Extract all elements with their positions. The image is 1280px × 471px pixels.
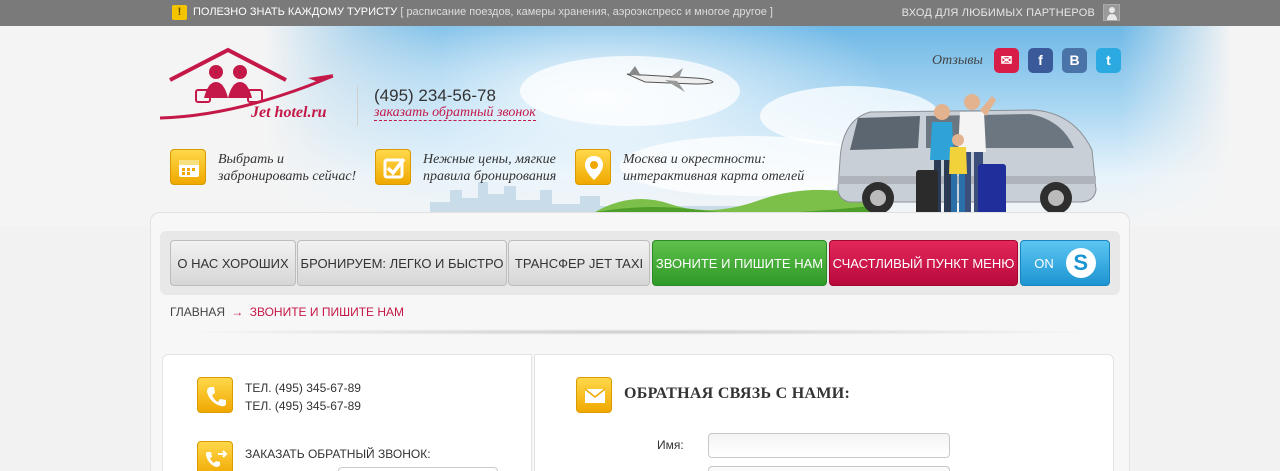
user-icon[interactable] — [1103, 4, 1120, 21]
reviews-icon[interactable]: ✉ — [994, 48, 1019, 73]
nav-contacts[interactable]: ЗВОНИТЕ И ПИШИТЕ НАМ — [652, 240, 827, 286]
reviews-label[interactable]: Отзывы — [932, 53, 983, 69]
feature-prices-line2: правила бронирования — [423, 169, 557, 184]
feature-booking[interactable]: Выбрать и забронировать сейчас! — [218, 151, 356, 185]
callback-phone-input[interactable] — [338, 467, 498, 471]
skype-status: ON — [1034, 256, 1054, 271]
tip-details[interactable]: [ расписание поездов, камеры хранения, а… — [400, 6, 773, 18]
calendar-icon[interactable] — [170, 149, 206, 185]
callback-link[interactable]: заказать обратный звонок — [374, 105, 536, 121]
logo-text[interactable]: Jet hotel.ru — [251, 104, 327, 122]
breadcrumb-current: ЗВОНИТЕ И ПИШИТЕ НАМ — [249, 305, 405, 319]
name-input[interactable] — [708, 433, 950, 458]
facebook-icon[interactable]: f — [1028, 48, 1053, 73]
feature-prices[interactable]: Нежные цены, мягкие правила бронирования — [423, 151, 556, 185]
callback-icon — [197, 441, 233, 471]
airplane-icon — [626, 66, 714, 92]
family-van-illustration — [837, 94, 1097, 218]
header-divider — [357, 86, 358, 126]
envelope-icon — [576, 377, 612, 413]
nav-booking[interactable]: БРОНИРУЕМ: ЛЕГКО И БЫСТРО — [297, 240, 507, 286]
feature-map-line2: интерактивная карта отелей — [623, 169, 805, 184]
section-divider — [170, 329, 1112, 335]
vkontakte-icon[interactable]: B — [1062, 48, 1087, 73]
name-label: Имя: — [657, 438, 684, 452]
header-phone: (495) 234-56-78 — [374, 86, 496, 105]
feature-booking-line2: забронировать сейчас! — [218, 169, 357, 184]
feature-booking-line1: Выбрать и — [218, 152, 285, 167]
breadcrumb: ГЛАВНАЯ → ЗВОНИТЕ И ПИШИТЕ НАМ — [170, 305, 404, 319]
map-pin-icon[interactable] — [575, 149, 611, 185]
order-callback-label: ЗАКАЗАТЬ ОБРАТНЫЙ ЗВОНОК: — [245, 447, 431, 461]
phone-icon — [197, 377, 233, 413]
feature-map-line1: Москва и окрестности: — [623, 152, 767, 167]
tourist-tip-link[interactable]: ПОЛЕЗНО ЗНАТЬ КАЖДОМУ ТУРИСТУ [ расписан… — [193, 6, 773, 18]
second-input[interactable] — [708, 466, 950, 471]
contact-tel-1: ТЕЛ. (495) 345-67-89 — [245, 381, 361, 395]
nav-skype[interactable]: ON S — [1020, 240, 1110, 286]
partners-login-link[interactable]: ВХОД ДЛЯ ЛЮБИМЫХ ПАРТНЕРОВ — [902, 7, 1095, 19]
twitter-icon[interactable]: t — [1096, 48, 1121, 73]
contact-tel-2: ТЕЛ. (495) 345-67-89 — [245, 399, 361, 413]
breadcrumb-separator: → — [231, 305, 244, 319]
nav-transfer[interactable]: ТРАНСФЕР JET TAXI — [508, 240, 650, 286]
nav-about-us[interactable]: О НАС ХОРОШИХ — [170, 240, 296, 286]
tip-title[interactable]: ПОЛЕЗНО ЗНАТЬ КАЖДОМУ ТУРИСТУ — [193, 6, 397, 18]
feature-prices-line1: Нежные цены, мягкие — [423, 152, 556, 167]
nav-happy-item[interactable]: СЧАСТЛИВЫЙ ПУНКТ МЕНЮ — [829, 240, 1018, 286]
skype-icon: S — [1065, 248, 1096, 279]
feature-map[interactable]: Москва и окрестности: интерактивная карт… — [623, 151, 804, 185]
feedback-title: ОБРАТНАЯ СВЯЗЬ С НАМИ: — [624, 385, 851, 402]
top-bar: ! ПОЛЕЗНО ЗНАТЬ КАЖДОМУ ТУРИСТУ [ распис… — [0, 0, 1280, 26]
breadcrumb-home[interactable]: ГЛАВНАЯ — [170, 305, 225, 319]
warning-icon: ! — [172, 5, 187, 20]
checkbox-icon[interactable] — [375, 149, 411, 185]
